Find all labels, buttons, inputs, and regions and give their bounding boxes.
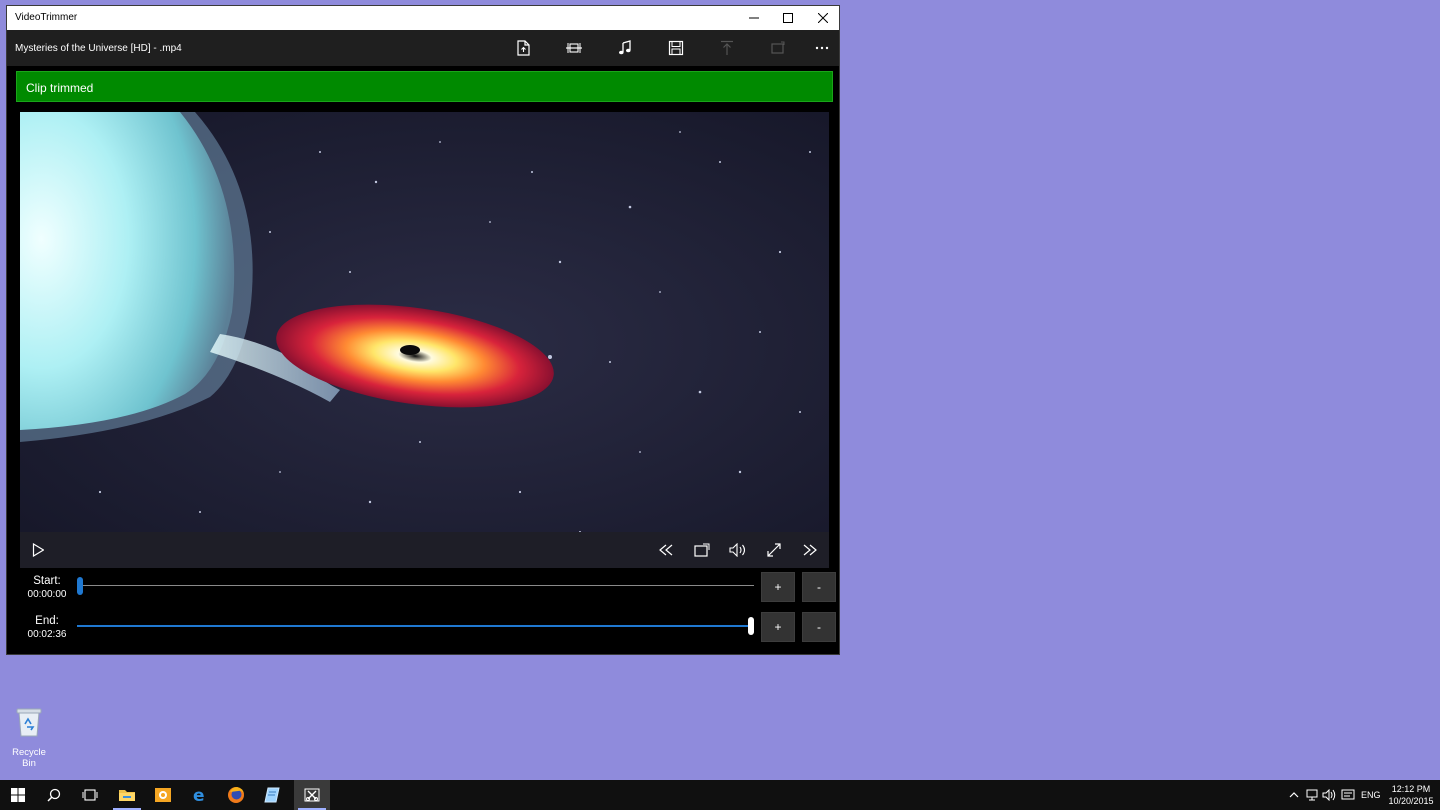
save-icon bbox=[668, 40, 684, 56]
chevron-up-icon bbox=[1289, 792, 1299, 798]
video-frame bbox=[20, 112, 829, 532]
volume-button[interactable] bbox=[726, 538, 750, 562]
recycle-bin[interactable]: Recycle Bin bbox=[4, 706, 54, 769]
taskbar: e ENG 12:12 PM 10/20/2015 bbox=[0, 780, 1440, 810]
edge-button[interactable]: e bbox=[182, 780, 218, 810]
recycle-bin-label: Recycle Bin bbox=[12, 747, 46, 769]
fullscreen-icon bbox=[767, 543, 781, 557]
file-title: Mysteries of the Universe [HD] - .mp4 bbox=[15, 43, 182, 54]
status-message: Clip trimmed bbox=[26, 81, 94, 95]
end-minus-button[interactable]: - bbox=[802, 612, 836, 642]
play-icon bbox=[32, 543, 44, 557]
edge-icon: e bbox=[193, 787, 205, 803]
rotate-icon bbox=[771, 41, 785, 54]
clock[interactable]: 12:12 PM 10/20/2015 bbox=[1383, 783, 1439, 807]
fullscreen-button[interactable] bbox=[762, 538, 786, 562]
videotrimmer-button[interactable] bbox=[294, 780, 330, 810]
file-explorer-button[interactable] bbox=[109, 780, 145, 810]
task-view-icon bbox=[82, 789, 98, 801]
end-plus-button[interactable]: + bbox=[761, 612, 795, 642]
tray-chevron-button[interactable] bbox=[1286, 788, 1302, 802]
aspect-ratio-icon bbox=[694, 543, 710, 557]
svg-text:e: e bbox=[193, 787, 205, 803]
close-icon bbox=[818, 13, 828, 23]
start-label: Start: bbox=[33, 575, 61, 587]
clock-time: 12:12 PM bbox=[1391, 784, 1431, 794]
aspect-ratio-button[interactable] bbox=[690, 538, 714, 562]
maximize-button[interactable] bbox=[771, 6, 805, 30]
end-label-group: End: 00:02:36 bbox=[17, 614, 77, 642]
video-player[interactable] bbox=[20, 112, 829, 568]
fast-forward-button[interactable] bbox=[798, 538, 822, 562]
more-icon bbox=[815, 46, 829, 50]
start-label-group: Start: 00:00:00 bbox=[17, 574, 77, 602]
maximize-icon bbox=[783, 13, 793, 23]
rewind-icon bbox=[659, 544, 673, 556]
app-window: VideoTrimmer Mysteries of the Universe [… bbox=[6, 5, 840, 655]
start-slider-track[interactable] bbox=[77, 585, 754, 586]
rewind-button[interactable] bbox=[654, 538, 678, 562]
minimize-button[interactable] bbox=[737, 6, 771, 30]
window-title: VideoTrimmer bbox=[15, 12, 78, 23]
end-label: End: bbox=[35, 615, 59, 627]
search-icon bbox=[47, 788, 61, 802]
firefox-icon bbox=[228, 787, 244, 803]
play-button[interactable] bbox=[26, 538, 50, 562]
search-button[interactable] bbox=[36, 780, 72, 810]
end-slider-thumb[interactable] bbox=[748, 617, 754, 635]
input-language[interactable]: ENG bbox=[1361, 790, 1381, 800]
start-icon bbox=[11, 788, 25, 802]
music-icon bbox=[619, 40, 631, 55]
start-time: 00:00:00 bbox=[27, 589, 67, 600]
volume-tray-button[interactable] bbox=[1321, 788, 1337, 802]
recycle-bin-icon bbox=[16, 708, 42, 737]
clock-date: 10/20/2015 bbox=[1388, 796, 1434, 806]
start-plus-button[interactable]: + bbox=[761, 572, 795, 602]
fast-forward-icon bbox=[803, 544, 817, 556]
audio-button[interactable] bbox=[610, 36, 640, 60]
save-button[interactable] bbox=[661, 36, 691, 60]
more-button[interactable] bbox=[807, 36, 837, 60]
task-view-button[interactable] bbox=[72, 780, 108, 810]
trim-icon bbox=[566, 43, 582, 53]
upload-icon bbox=[721, 40, 733, 55]
share-button[interactable] bbox=[712, 36, 742, 60]
notepad-button[interactable] bbox=[255, 780, 291, 810]
close-button[interactable] bbox=[806, 6, 840, 30]
videotrimmer-icon bbox=[304, 788, 320, 802]
open-file-icon bbox=[517, 40, 530, 56]
end-time: 00:02:36 bbox=[27, 629, 67, 640]
notepad-icon bbox=[264, 787, 280, 803]
network-button[interactable] bbox=[1304, 788, 1320, 802]
outlook-button[interactable] bbox=[145, 780, 181, 810]
open-file-button[interactable] bbox=[508, 36, 538, 60]
player-controls bbox=[20, 532, 829, 568]
notifications-button[interactable] bbox=[1340, 788, 1356, 802]
end-slider-track[interactable] bbox=[77, 625, 754, 627]
outlook-icon bbox=[155, 788, 171, 802]
command-bar: Mysteries of the Universe [HD] - .mp4 bbox=[7, 30, 839, 66]
trim-button[interactable] bbox=[559, 36, 589, 60]
status-banner: Clip trimmed bbox=[16, 71, 833, 102]
start-minus-button[interactable]: - bbox=[802, 572, 836, 602]
network-icon bbox=[1306, 789, 1318, 801]
firefox-button[interactable] bbox=[218, 780, 254, 810]
speaker-icon bbox=[1322, 789, 1336, 801]
file-explorer-icon bbox=[119, 790, 135, 801]
start-slider-thumb[interactable] bbox=[77, 577, 83, 595]
title-bar[interactable]: VideoTrimmer bbox=[7, 6, 839, 30]
minimize-icon bbox=[749, 17, 759, 19]
action-center-icon bbox=[1341, 789, 1355, 800]
rotate-button[interactable] bbox=[763, 36, 793, 60]
start-button[interactable] bbox=[0, 780, 36, 810]
volume-icon bbox=[729, 543, 746, 557]
